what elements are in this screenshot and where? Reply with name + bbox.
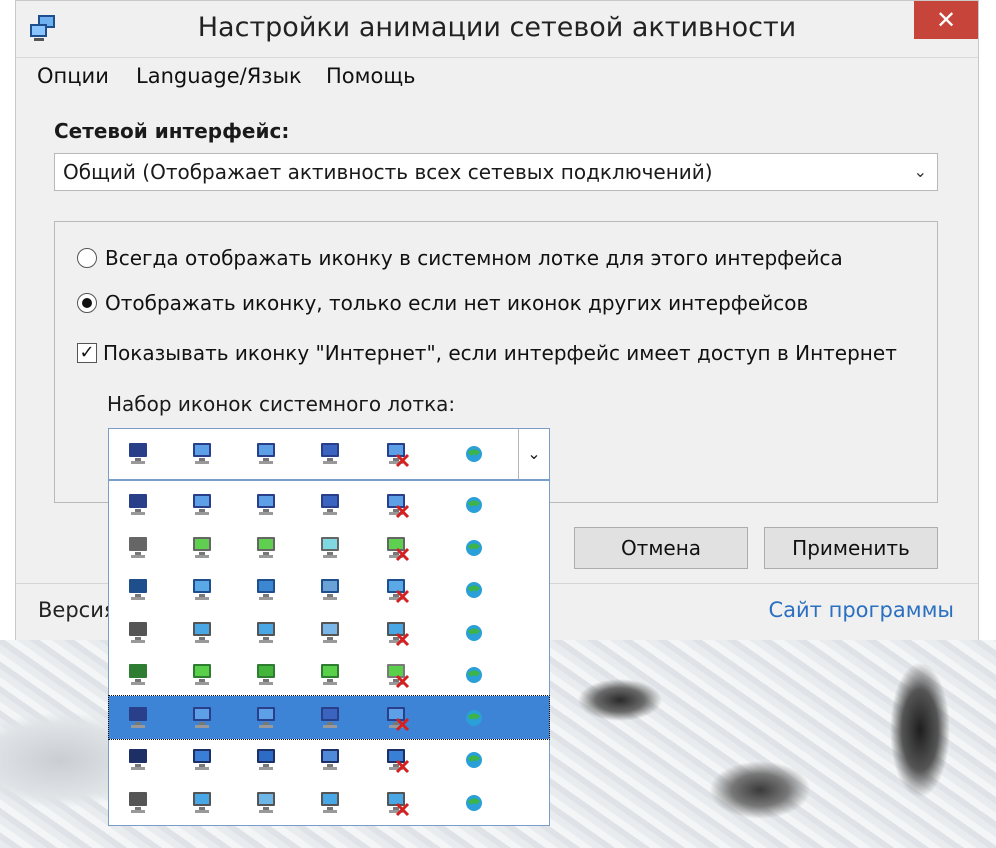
tray-icon-2 [193, 621, 211, 643]
tray-icon-1 [129, 536, 147, 558]
radio-show-if-none[interactable]: Отображать иконку, только если нет иконо… [77, 291, 808, 315]
tray-icon-4 [321, 791, 339, 813]
tray-icon-5 [387, 749, 410, 774]
tray-icon-6 [466, 752, 482, 768]
tray-icon-1 [129, 621, 147, 643]
interface-selected-value: Общий (Отображает активность всех сетевы… [63, 160, 713, 184]
tray-icon-1 [129, 579, 147, 600]
tray-icon-3 [257, 706, 275, 728]
icon-set-option[interactable] [109, 483, 549, 526]
version-label: Версия [38, 598, 117, 622]
chevron-down-icon: ⌄ [913, 162, 927, 181]
tray-icon-5 [387, 791, 410, 816]
tray-icon-6 [466, 667, 482, 683]
tray-icon-4 [321, 706, 339, 728]
tray-icon-4 [321, 536, 339, 558]
menu-help[interactable]: Помощь [326, 64, 416, 88]
checkbox-internet-label: Показывать иконку "Интернет", если интер… [103, 341, 897, 365]
tray-icon-3 [257, 621, 275, 643]
tray-icon-2 [193, 579, 211, 600]
menu-language[interactable]: Language/Язык [136, 64, 302, 88]
tray-icon-2 [193, 706, 211, 728]
radio-always-label: Всегда отображать иконку в системном лот… [105, 246, 843, 270]
title-bar: Настройки анимации сетевой активности ✕ [16, 1, 978, 55]
icon-set-option[interactable] [109, 568, 549, 611]
icon-set-option[interactable] [108, 694, 550, 740]
tray-icon-4 [321, 664, 339, 685]
tray-icon-6 [466, 709, 482, 726]
tray-icon-6 [466, 582, 482, 598]
tray-icon-5 [387, 664, 410, 689]
checkbox-internet-indicator[interactable]: ✓ [77, 343, 97, 363]
tray-icon-2 [193, 664, 211, 685]
tray-icon-5 [387, 536, 410, 561]
icon-set-option[interactable] [109, 526, 549, 569]
icon-set-current-row [109, 432, 549, 475]
icon-set-list[interactable] [108, 480, 550, 826]
tray-icon-5 [387, 443, 410, 468]
interface-label: Сетевой интерфейс: [54, 119, 290, 143]
checkbox-internet-icon[interactable]: ✓ Показывать иконку "Интернет", если инт… [77, 341, 897, 365]
menu-bar: Опции Language/Язык Помощь [16, 57, 978, 94]
tray-icon-5 [387, 706, 410, 731]
tray-icon-3 [257, 494, 275, 515]
tray-icon-5 [387, 579, 410, 604]
tray-icon-6 [466, 497, 482, 513]
tray-icon-1 [129, 749, 147, 770]
tray-icon-1 [129, 664, 147, 685]
tray-icon-3 [257, 791, 275, 813]
tray-icon-6 [466, 624, 482, 641]
program-site-link[interactable]: Сайт программы [769, 598, 955, 622]
tray-icon-1 [129, 494, 147, 515]
icon-set-option[interactable] [109, 611, 549, 654]
radio-show-if-none-indicator[interactable] [77, 293, 97, 313]
icon-set-option[interactable] [109, 781, 549, 824]
tray-icon-4 [321, 749, 339, 770]
tray-icon-3 [257, 579, 275, 600]
icon-set-dropdown[interactable]: ⌄ [108, 428, 550, 480]
tray-icon-4 [321, 443, 339, 464]
tray-icon-2 [193, 749, 211, 770]
tray-icon-2 [193, 494, 211, 515]
tray-icon-1 [129, 791, 147, 813]
tray-icon-3 [257, 664, 275, 685]
icon-set-option[interactable] [109, 738, 549, 781]
tray-icon-1 [129, 706, 147, 728]
tray-icon-4 [321, 579, 339, 600]
tray-icon-5 [387, 621, 410, 646]
tray-icon-1 [129, 443, 147, 464]
tray-icon-3 [257, 443, 275, 464]
radio-always-show[interactable]: Всегда отображать иконку в системном лот… [77, 246, 843, 270]
chevron-down-icon[interactable]: ⌄ [518, 429, 549, 479]
tray-icon-6 [466, 794, 482, 811]
tray-icon-5 [387, 494, 410, 519]
close-button[interactable]: ✕ [914, 1, 978, 39]
icon-set-label: Набор иконок системного лотка: [107, 392, 456, 416]
menu-options[interactable]: Опции [37, 64, 109, 88]
tray-icon-2 [193, 536, 211, 558]
tray-icon-3 [257, 536, 275, 558]
radio-always-indicator[interactable] [77, 248, 97, 268]
interface-dropdown[interactable]: Общий (Отображает активность всех сетевы… [54, 153, 938, 191]
icon-set-option[interactable] [109, 653, 549, 696]
apply-button[interactable]: Применить [764, 527, 938, 569]
tray-icon-2 [193, 791, 211, 813]
tray-icon-6 [466, 446, 482, 462]
tray-icon-4 [321, 621, 339, 643]
window-title: Настройки анимации сетевой активности [197, 12, 797, 43]
tray-icon-2 [193, 443, 211, 464]
radio-show-if-none-label: Отображать иконку, только если нет иконо… [105, 291, 809, 315]
tray-icon-4 [321, 494, 339, 515]
tray-icon-6 [466, 539, 482, 556]
tray-icon-3 [257, 749, 275, 770]
cancel-button[interactable]: Отмена [574, 527, 748, 569]
